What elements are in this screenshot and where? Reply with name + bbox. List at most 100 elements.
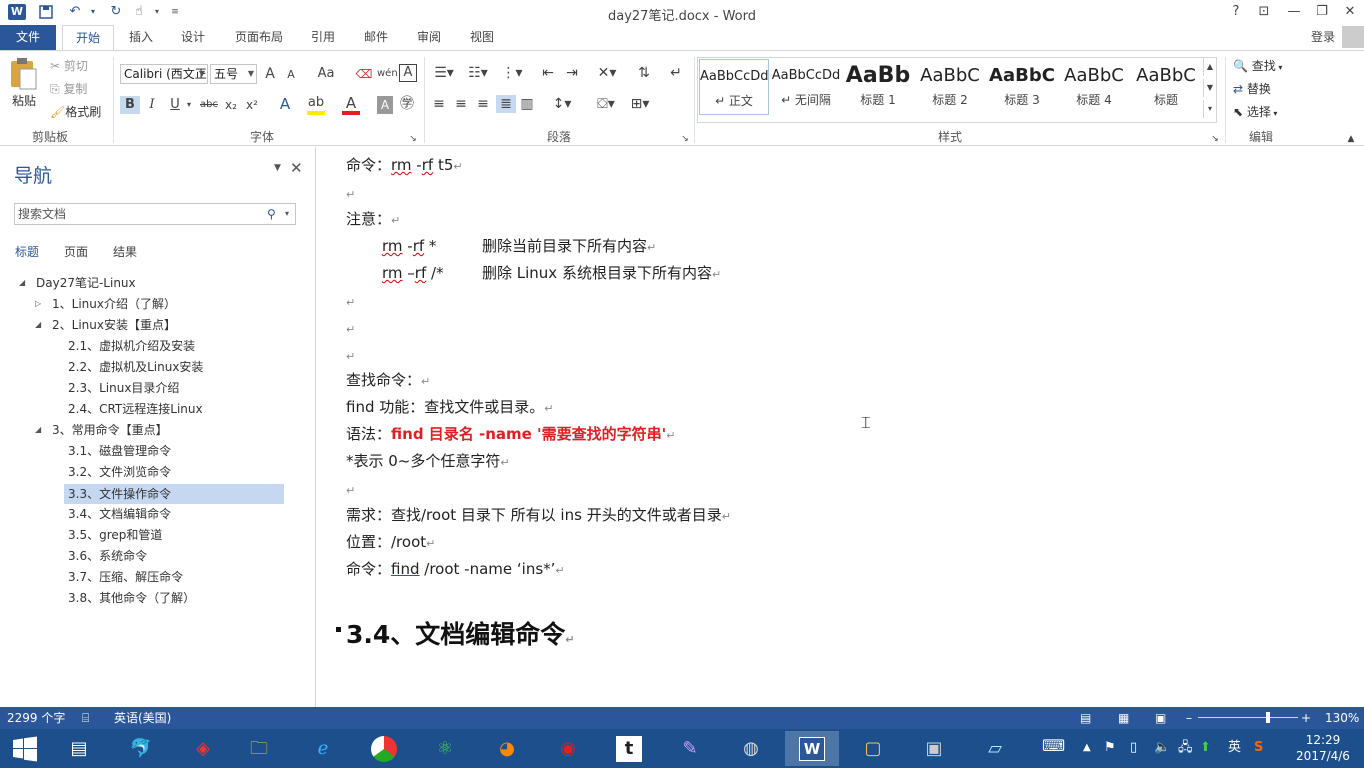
tree-item[interactable]: 3.7、压缩、解压命令 xyxy=(68,567,183,587)
shading-icon[interactable]: ⛋▾ xyxy=(592,95,620,113)
highlight-color-icon[interactable]: ab xyxy=(307,95,325,115)
clock[interactable]: 12:29 2017/4/6 xyxy=(1292,732,1354,764)
font-name-combo[interactable]: Calibri (西文正 ▼ xyxy=(120,64,208,84)
taskbar-app-ie-icon[interactable]: ℯ xyxy=(296,731,350,766)
phonetic-guide-icon[interactable]: wén xyxy=(377,65,398,83)
multilevel-list-icon[interactable]: ⋮▾ xyxy=(498,64,526,82)
taskbar-app-t-icon[interactable]: t xyxy=(602,731,656,766)
character-shading-icon[interactable]: A xyxy=(377,96,393,114)
tab-mailings[interactable]: 邮件 xyxy=(355,25,397,50)
style-heading-2[interactable]: AaBbC 标题 2 xyxy=(915,59,985,115)
tab-page-layout[interactable]: 页面布局 xyxy=(226,25,292,50)
word-count[interactable]: 2299 个字 xyxy=(7,707,65,729)
sogou-icon[interactable]: S xyxy=(1254,739,1263,757)
chevron-down-icon[interactable]: ▾ xyxy=(285,204,289,224)
minimize-button[interactable]: — xyxy=(1280,2,1308,22)
nav-options-icon[interactable]: ▼ xyxy=(274,163,281,173)
tree-item[interactable]: 3.5、grep和管道 xyxy=(68,525,162,545)
taskbar-app-atom-icon[interactable]: ⚛ xyxy=(418,731,472,766)
tab-home[interactable]: 开始 xyxy=(62,25,114,50)
subscript-button[interactable]: x₂ xyxy=(222,96,240,114)
styles-dialog-launcher-icon[interactable]: ↘ xyxy=(1210,130,1220,148)
cut-button[interactable]: ✂ 剪切 xyxy=(50,58,88,74)
network-icon[interactable]: 🖧 xyxy=(1178,739,1193,757)
tree-item[interactable]: 2、Linux安装【重点】 xyxy=(52,315,176,335)
search-input[interactable]: 搜索文档 ⚲ ▾ xyxy=(14,203,296,225)
expand-triangle-icon[interactable]: ▷ xyxy=(35,294,41,314)
help-button[interactable]: ? xyxy=(1222,2,1250,22)
align-left-icon[interactable]: ≡ xyxy=(430,95,448,113)
tree-item[interactable]: 3.2、文件浏览命令 xyxy=(68,462,171,482)
clear-formatting-icon[interactable]: ⌫ xyxy=(355,65,373,83)
style-title[interactable]: AaBbC 标题 xyxy=(1131,59,1201,115)
taskbar-app-firefox-icon[interactable]: ◕ xyxy=(480,731,534,766)
tab-results[interactable]: 结果 xyxy=(113,243,137,260)
web-layout-icon[interactable]: ▣ xyxy=(1155,707,1166,729)
collapse-triangle-icon[interactable]: ◢ xyxy=(35,315,41,335)
zoom-in-icon[interactable]: + xyxy=(1301,707,1311,729)
search-icon[interactable]: ⚲ xyxy=(267,204,276,224)
increase-indent-icon[interactable]: ⇥ xyxy=(562,64,582,82)
superscript-button[interactable]: x² xyxy=(243,96,261,114)
tray-expand-icon[interactable]: ▲ xyxy=(1083,739,1091,757)
zoom-out-icon[interactable]: – xyxy=(1186,707,1192,729)
tab-file[interactable]: 文件 xyxy=(0,25,56,50)
align-right-icon[interactable]: ≡ xyxy=(474,95,492,113)
zoom-slider[interactable] xyxy=(1198,717,1298,718)
font-size-combo[interactable]: 五号 ▼ xyxy=(210,64,257,84)
language-indicator[interactable]: 英语(美国) xyxy=(114,707,171,729)
styles-scroll-down-icon[interactable]: ▼ xyxy=(1203,79,1216,97)
zoom-level[interactable]: 130% xyxy=(1325,707,1359,729)
read-mode-icon[interactable]: ▤ xyxy=(1080,707,1091,729)
style-heading-3[interactable]: AaBbC 标题 3 xyxy=(987,59,1057,115)
taskbar-app-red-icon[interactable]: ◈ xyxy=(176,731,230,766)
underline-button[interactable]: U xyxy=(166,96,184,114)
enclose-characters-icon[interactable]: ㊫ xyxy=(397,95,417,113)
grow-font-button[interactable]: A xyxy=(262,65,278,83)
print-layout-icon[interactable]: ▦ xyxy=(1118,707,1129,729)
taskbar-app-record-icon[interactable]: ◉ xyxy=(541,731,595,766)
ribbon-display-options-icon[interactable]: ⊡ xyxy=(1250,2,1278,22)
collapse-ribbon-icon[interactable]: ▲ xyxy=(1344,130,1358,148)
sort-icon[interactable]: ⇅ xyxy=(634,64,654,82)
bold-button[interactable]: B xyxy=(120,96,140,114)
tray-device-icon[interactable]: ▯ xyxy=(1130,739,1137,757)
taskbar-app-virtualbox-icon[interactable]: ▢ xyxy=(846,731,900,766)
replace-button[interactable]: ⇄ 替换 xyxy=(1233,81,1271,97)
document-area[interactable]: 命令：rm -rf t5↵ ↵ 注意：↵ rm -rf * 删除当前目录下所有内… xyxy=(317,147,1364,707)
styles-scroll-up-icon[interactable]: ▲ xyxy=(1203,58,1216,76)
sign-in-link[interactable]: 登录 xyxy=(1300,25,1346,50)
find-button[interactable]: 🔍 查找 ▾ xyxy=(1233,58,1282,76)
paragraph-dialog-launcher-icon[interactable]: ↘ xyxy=(680,130,690,148)
tab-references[interactable]: 引用 xyxy=(302,25,344,50)
zoom-slider-thumb[interactable] xyxy=(1266,712,1270,723)
tab-headings[interactable]: 标题 xyxy=(15,243,39,260)
styles-more-icon[interactable]: ▾ xyxy=(1203,100,1216,118)
taskbar-app-file-explorer-icon[interactable]: 🗀 xyxy=(232,731,286,766)
borders-icon[interactable]: ⊞▾ xyxy=(626,95,654,113)
tree-item[interactable]: 3.8、其他命令（了解） xyxy=(68,588,195,608)
line-spacing-icon[interactable]: ↕▾ xyxy=(548,95,576,113)
paste-button[interactable]: 粘贴 xyxy=(8,57,42,121)
tree-item[interactable]: 2.3、Linux目录介绍 xyxy=(68,378,179,398)
strikethrough-button[interactable]: abc xyxy=(198,96,220,114)
tray-network-icon[interactable]: ⚑ xyxy=(1104,739,1116,757)
text-effects-icon[interactable]: A xyxy=(276,95,294,113)
numbering-icon[interactable]: ☷▾ xyxy=(464,64,492,82)
tree-item[interactable]: 2.4、CRT远程连接Linux xyxy=(68,399,203,419)
collapse-triangle-icon[interactable]: ◢ xyxy=(19,273,25,293)
align-center-icon[interactable]: ≡ xyxy=(452,95,470,113)
tree-item[interactable]: Day27笔记-Linux xyxy=(36,273,136,293)
shrink-font-button[interactable]: A xyxy=(284,66,298,84)
volume-icon[interactable]: 🔈 xyxy=(1154,739,1170,757)
taskbar-app-remote-icon[interactable]: ▣ xyxy=(907,731,961,766)
tab-view[interactable]: 视图 xyxy=(461,25,503,50)
avatar[interactable] xyxy=(1342,26,1364,48)
ime-indicator[interactable]: 英 xyxy=(1228,739,1241,757)
decrease-indent-icon[interactable]: ⇤ xyxy=(538,64,558,82)
style-no-spacing[interactable]: AaBbCcDd ↵ 无间隔 xyxy=(771,59,841,115)
show-marks-icon[interactable]: ↵ xyxy=(666,64,686,82)
style-normal[interactable]: AaBbCcDd ↵ 正文 xyxy=(699,59,769,115)
tree-item[interactable]: 3.6、系统命令 xyxy=(68,546,147,566)
tab-review[interactable]: 审阅 xyxy=(408,25,450,50)
